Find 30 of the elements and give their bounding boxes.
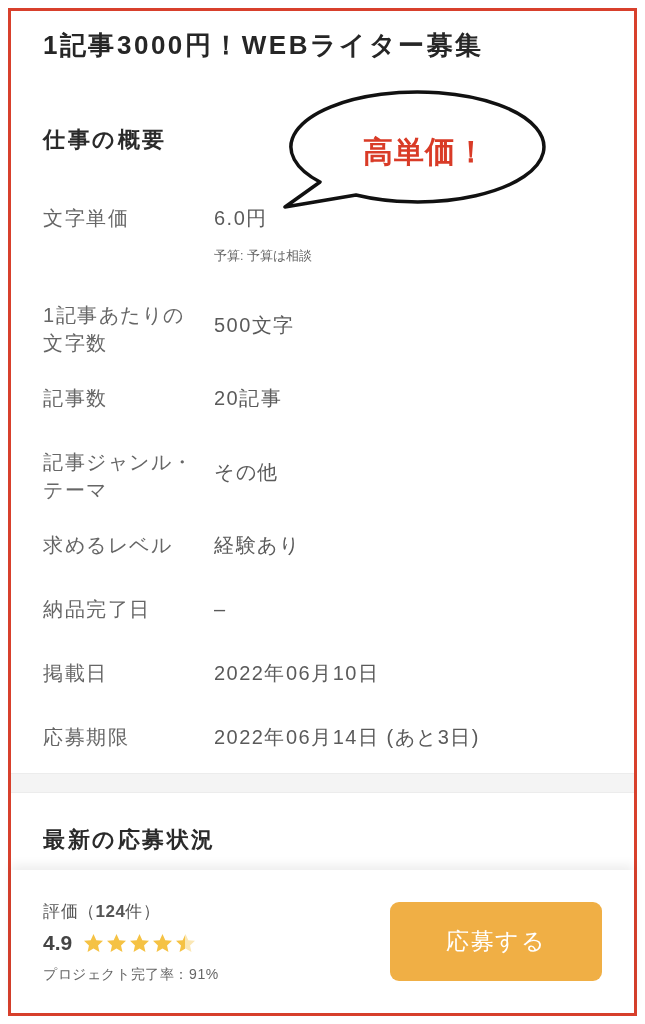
field-label: 求めるレベル <box>43 533 173 558</box>
field-value: 500文字 <box>214 312 295 338</box>
field-value: 6.0円 <box>214 206 268 231</box>
field-label: 掲載日 <box>43 661 109 686</box>
field-label: 応募期限 <box>43 725 130 750</box>
star-icon <box>130 933 150 952</box>
section-heading: 仕事の概要 <box>43 126 167 154</box>
star-icon <box>84 933 104 952</box>
star-icon <box>107 933 127 952</box>
field-value: 20記事 <box>214 386 283 411</box>
job-title: 1記事3000円！WEBライター募集 <box>43 29 484 61</box>
field-label: 1記事あたりの文字数 <box>43 303 186 356</box>
field-label: 記事数 <box>43 386 109 411</box>
field-value: その他 <box>214 459 279 485</box>
field-value: 2022年06月14日 (あと3日) <box>214 725 480 750</box>
field-note: 予算: 予算は相談 <box>214 248 312 265</box>
section-heading: 最新の応募状況 <box>43 826 216 854</box>
field-value: – <box>214 597 227 622</box>
star-icon <box>176 933 196 952</box>
rating-score: 4.9 <box>43 929 73 956</box>
apply-button[interactable]: 応募する <box>390 902 602 981</box>
field-value: 2022年06月10日 <box>214 661 380 686</box>
star-icon <box>153 933 173 952</box>
field-label: 文字単価 <box>43 206 130 231</box>
field-label: 納品完了日 <box>43 597 152 622</box>
completion-rate: プロジェクト完了率：91% <box>43 964 219 984</box>
callout-text: 高単価！ <box>363 134 487 170</box>
field-label: 記事ジャンル・テーマ <box>43 450 195 503</box>
field-value: 経験あり <box>214 533 300 558</box>
rating-count: 評価（124件） <box>43 900 161 923</box>
